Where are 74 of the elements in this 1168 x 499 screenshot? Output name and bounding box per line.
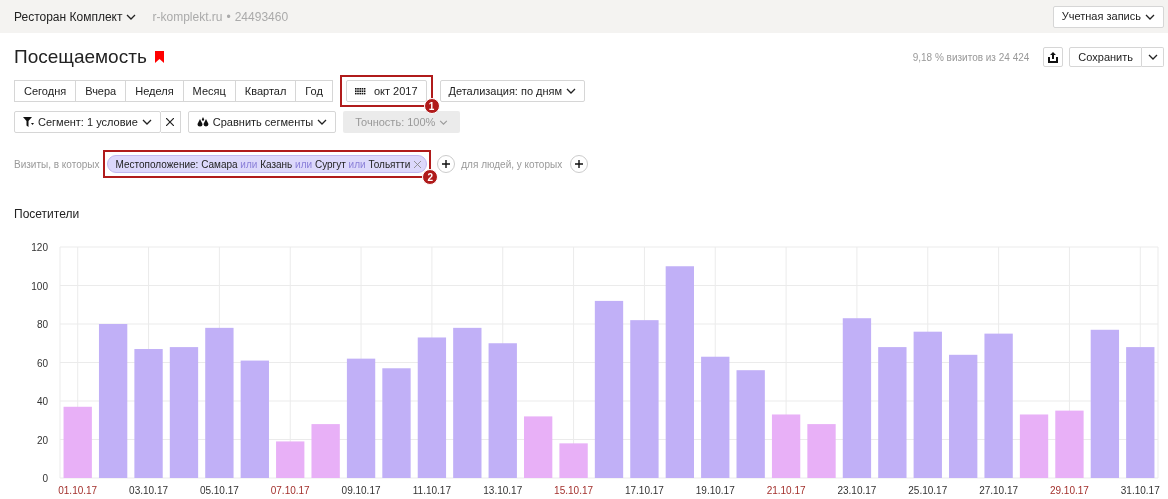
save-button[interactable]: Сохранить	[1069, 47, 1142, 67]
x-axis-label: 25.10.17	[908, 485, 948, 496]
bar	[559, 443, 588, 478]
y-axis-label: 80	[36, 319, 48, 330]
plus-icon	[575, 160, 584, 168]
bar	[771, 414, 801, 478]
period-tab[interactable]: Вчера	[76, 80, 127, 102]
close-icon	[166, 118, 175, 126]
account-button[interactable]: Учетная запись	[1052, 5, 1164, 28]
x-axis-label: 03.10.17	[129, 485, 168, 496]
x-axis-label: 09.10.17	[341, 485, 381, 496]
people-filter-label: для людей, у которых	[461, 157, 563, 172]
chevron-down-icon	[1147, 54, 1158, 60]
x-axis-label: 07.10.17	[270, 485, 310, 496]
y-axis-label: 60	[36, 357, 48, 369]
filter-icon	[23, 117, 34, 127]
callout-number: 2	[422, 169, 439, 185]
share-icon	[1048, 51, 1059, 63]
chevron-down-icon	[566, 88, 577, 94]
detail-dropdown[interactable]: Детализация: по дням	[439, 80, 586, 102]
chevron-down-icon	[1145, 13, 1155, 20]
counter-dropdown[interactable]: Ресторан Комплект	[14, 7, 137, 26]
bar	[63, 406, 92, 478]
x-axis-label: 21.10.17	[766, 485, 806, 496]
condition-chip[interactable]: Местоположение: Самара или Казань или Сургут или Тольятти	[107, 155, 428, 173]
x-axis-label: 17.10.17	[624, 485, 664, 496]
counter-id: 24493460	[234, 8, 289, 26]
page-title: Посещаемость	[14, 44, 147, 69]
period-tab[interactable]: Месяц	[183, 80, 236, 102]
save-options-button[interactable]	[1142, 47, 1164, 67]
segment-dropdown[interactable]: Сегмент: 1 условие	[14, 111, 161, 133]
x-axis-label: 05.10.17	[199, 485, 239, 496]
x-axis-label: 13.10.17	[483, 485, 523, 496]
period-tab[interactable]: Сегодня	[14, 80, 77, 102]
x-axis-label: 19.10.17	[695, 485, 735, 496]
y-axis-label: 20	[36, 434, 48, 446]
filter-prefix: Визиты, в которых	[14, 157, 100, 172]
x-axis-label: 29.10.17	[1050, 485, 1089, 496]
y-axis-label: 100	[31, 280, 48, 292]
x-axis-label: 11.10.17	[412, 485, 451, 496]
bar	[524, 416, 553, 478]
x-axis-label: 23.10.17	[837, 485, 877, 496]
chevron-down-icon	[126, 13, 137, 20]
chevron-down-icon	[317, 119, 328, 125]
chart-title: Посетители	[14, 207, 80, 221]
x-axis-label: 31.10.17	[1120, 485, 1160, 496]
date-picker-button[interactable]: окт 2017	[345, 80, 427, 102]
y-axis-label: 120	[31, 242, 48, 253]
bookmark-icon[interactable]	[154, 51, 164, 63]
x-axis-label: 27.10.17	[979, 485, 1019, 496]
y-axis-label: 0	[42, 473, 48, 484]
sample-info: 9,18 % визитов из 24 424	[912, 50, 1030, 65]
x-axis-label: 15.10.17	[554, 485, 594, 496]
drops-icon	[196, 117, 209, 127]
period-tab[interactable]: Неделя	[126, 80, 184, 102]
export-button[interactable]	[1043, 47, 1064, 67]
compare-segments-dropdown[interactable]: Сравнить сегменты	[187, 111, 337, 133]
site-domain: r-komplekt.ru	[152, 8, 223, 26]
period-tab[interactable]: Год	[296, 80, 333, 102]
plus-icon	[442, 160, 451, 168]
bar	[1055, 410, 1084, 478]
period-tab[interactable]: Квартал	[235, 80, 297, 102]
bar	[1019, 414, 1049, 478]
calendar-icon	[354, 87, 366, 95]
bar	[807, 424, 836, 478]
clear-segment-button[interactable]	[160, 111, 181, 133]
chevron-down-icon	[439, 119, 449, 125]
y-axis-label: 40	[36, 396, 48, 407]
bar	[276, 441, 305, 478]
separator-dot: •	[226, 8, 231, 26]
bar	[311, 424, 340, 478]
chevron-down-icon	[141, 119, 152, 125]
x-axis-label: 01.10.17	[58, 485, 98, 496]
remove-icon	[414, 160, 422, 168]
